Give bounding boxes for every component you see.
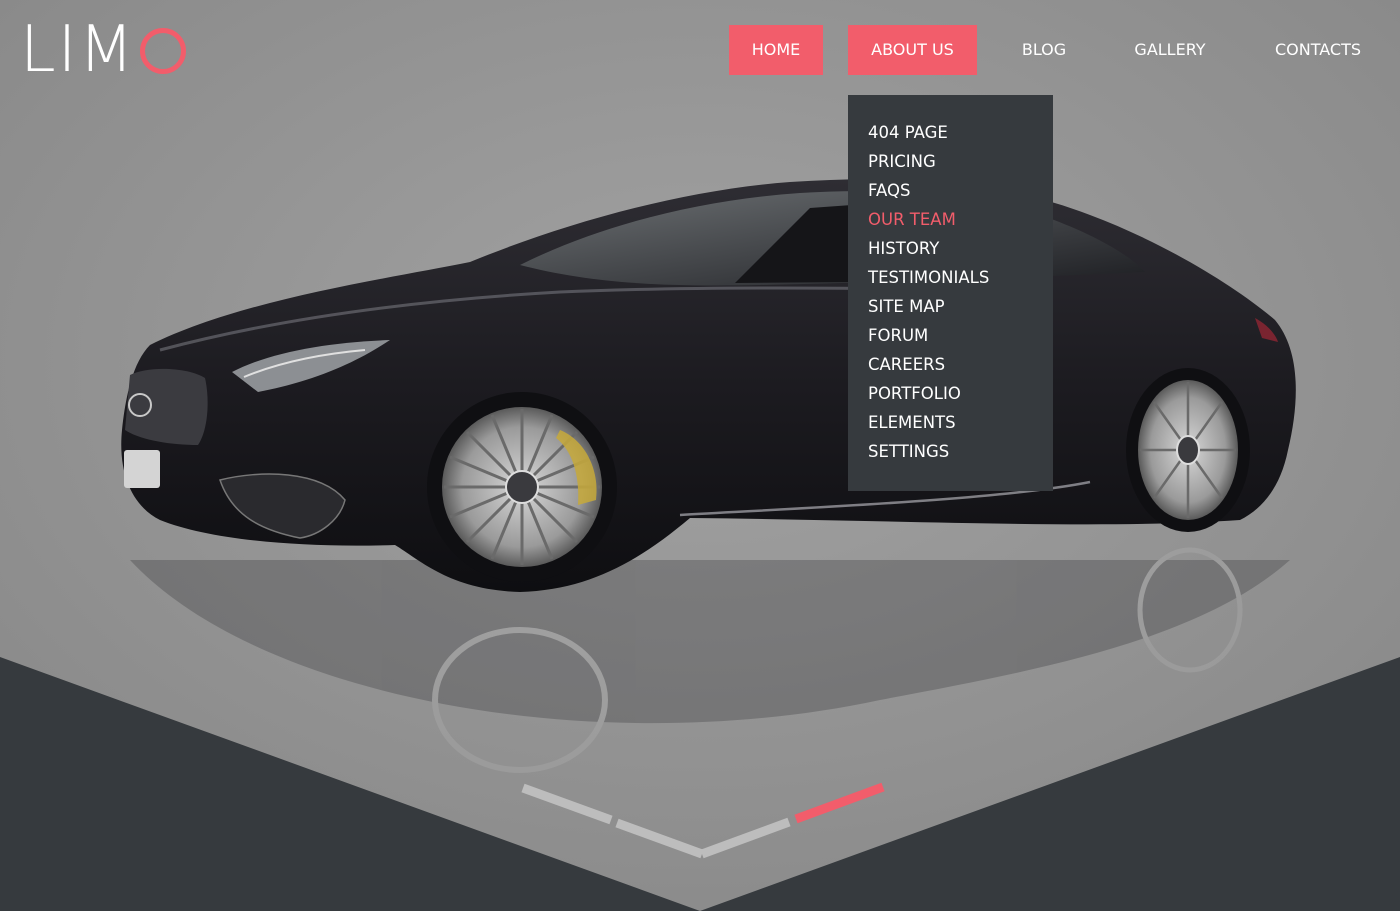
slider-dot-3[interactable] [700, 817, 791, 859]
slider-dot-2[interactable] [615, 818, 704, 859]
slider-dot-1[interactable] [521, 783, 613, 825]
slider-dot-4-active[interactable] [794, 782, 885, 824]
slider-pagination [521, 782, 885, 859]
